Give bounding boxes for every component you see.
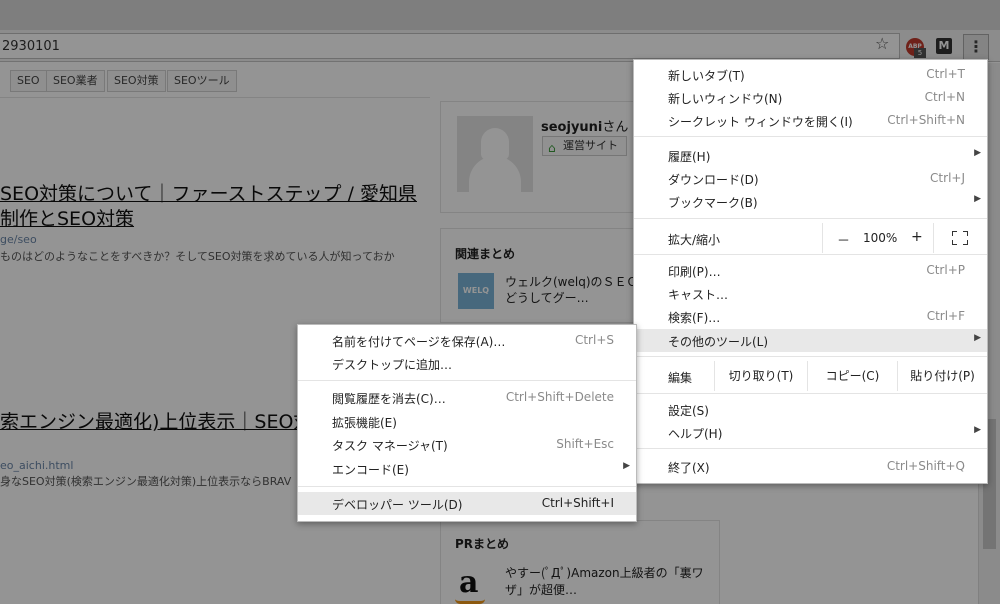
menu-separator [634,254,987,255]
submenu-arrow-icon: ▶ [974,194,981,204]
menu-label: デスクトップに追加… [332,358,453,372]
zoom-controls: － 100% + [822,223,934,253]
menu-item-more-tools[interactable]: その他のツール(L) ▶ [634,329,987,352]
fullscreen-corner [952,240,957,245]
menu-shortcut: Ctrl+Shift+Delete [505,390,614,404]
menu-item-history[interactable]: 履歴(H) ▶ [634,144,987,167]
chrome-main-menu: 新しいタブ(T) Ctrl+T 新しいウィンドウ(N) Ctrl+N シークレッ… [633,59,988,484]
menu-shortcut: Ctrl+Shift+Q [886,459,965,473]
menu-item-settings[interactable]: 設定(S) [634,398,987,421]
menu-shortcut: Ctrl+J [930,171,965,185]
menu-item-cast[interactable]: キャスト… [634,282,987,305]
menu-label: 設定(S) [668,404,709,418]
menu-item-bookmarks[interactable]: ブックマーク(B) ▶ [634,190,987,213]
zoom-in-button[interactable]: + [911,229,923,245]
more-tools-submenu: 名前を付けてページを保存(A)… Ctrl+S デスクトップに追加… 閲覧履歴を… [297,324,637,522]
paste-button[interactable]: 貼り付け(P) [897,361,987,391]
fullscreen-corner [963,231,968,236]
copy-button[interactable]: コピー(C) [807,361,897,391]
menu-separator [298,486,636,487]
submenu-item-encoding[interactable]: エンコード(E) ▶ [298,457,636,480]
menu-label: 印刷(P)… [668,265,721,279]
menu-shortcut: Ctrl+P [926,263,965,277]
submenu-item-add-to-desktop[interactable]: デスクトップに追加… [298,352,636,375]
menu-separator [634,448,987,449]
menu-item-new-tab[interactable]: 新しいタブ(T) Ctrl+T [634,63,987,86]
menu-shortcut: Ctrl+Shift+N [887,113,965,127]
menu-label: キャスト… [668,288,729,302]
fullscreen-corner [952,231,957,236]
submenu-arrow-icon: ▶ [623,461,630,471]
menu-shortcut: Ctrl+N [924,90,965,104]
menu-label: ブックマーク(B) [668,196,758,210]
menu-separator [634,393,987,394]
menu-label: エンコード(E) [332,463,409,477]
zoom-out-button[interactable]: － [837,230,850,249]
menu-label: ヘルプ(H) [668,427,723,441]
menu-label: 検索(F)… [668,311,721,325]
menu-separator [298,380,636,381]
menu-item-exit[interactable]: 終了(X) Ctrl+Shift+Q [634,455,987,478]
fullscreen-icon[interactable] [952,231,968,245]
menu-label: 拡張機能(E) [332,416,397,430]
edit-row: 編集 切り取り(T) コピー(C) 貼り付け(P) [634,361,987,391]
menu-label: その他のツール(L) [668,335,769,349]
submenu-item-clear-history[interactable]: 閲覧履歴を消去(C)… Ctrl+Shift+Delete [298,386,636,409]
menu-label: 終了(X) [668,461,710,475]
menu-separator [634,218,987,219]
menu-label: 履歴(H) [668,150,711,164]
zoom-row: 拡大/縮小 － 100% + [634,223,987,253]
zoom-level: 100% [863,231,898,245]
menu-shortcut: Ctrl+S [574,333,614,347]
menu-item-find[interactable]: 検索(F)… Ctrl+F [634,305,987,328]
menu-shortcut: Shift+Esc [556,437,614,451]
submenu-item-task-manager[interactable]: タスク マネージャ(T) Shift+Esc [298,433,636,456]
menu-label: 新しいウィンドウ(N) [668,92,783,106]
menu-label: ダウンロード(D) [668,173,759,187]
menu-label: 新しいタブ(T) [668,69,745,83]
edit-label: 編集 [668,371,693,385]
submenu-arrow-icon: ▶ [974,148,981,158]
menu-item-incognito[interactable]: シークレット ウィンドウを開く(I) Ctrl+Shift+N [634,109,987,132]
menu-label: 名前を付けてページを保存(A)… [332,335,506,349]
menu-separator [634,356,987,357]
menu-label: デベロッパー ツール(D) [332,498,463,512]
menu-item-downloads[interactable]: ダウンロード(D) Ctrl+J [634,167,987,190]
menu-separator [634,136,987,137]
menu-label: シークレット ウィンドウを開く(I) [668,115,853,129]
submenu-arrow-icon: ▶ [974,425,981,435]
menu-label: 閲覧履歴を消去(C)… [332,392,446,406]
submenu-item-save-page[interactable]: 名前を付けてページを保存(A)… Ctrl+S [298,329,636,352]
submenu-item-extensions[interactable]: 拡張機能(E) [298,410,636,433]
menu-shortcut: Ctrl+Shift+I [541,496,614,510]
zoom-label: 拡大/縮小 [668,233,721,247]
menu-shortcut: Ctrl+T [926,67,965,81]
menu-item-help[interactable]: ヘルプ(H) ▶ [634,421,987,444]
menu-shortcut: Ctrl+F [926,309,965,323]
menu-label: タスク マネージャ(T) [332,439,448,453]
submenu-arrow-icon: ▶ [974,333,981,343]
menu-item-print[interactable]: 印刷(P)… Ctrl+P [634,259,987,282]
cut-button[interactable]: 切り取り(T) [714,361,807,391]
menu-item-new-window[interactable]: 新しいウィンドウ(N) Ctrl+N [634,86,987,109]
submenu-item-developer-tools[interactable]: デベロッパー ツール(D) Ctrl+Shift+I [298,492,636,515]
fullscreen-corner [963,240,968,245]
